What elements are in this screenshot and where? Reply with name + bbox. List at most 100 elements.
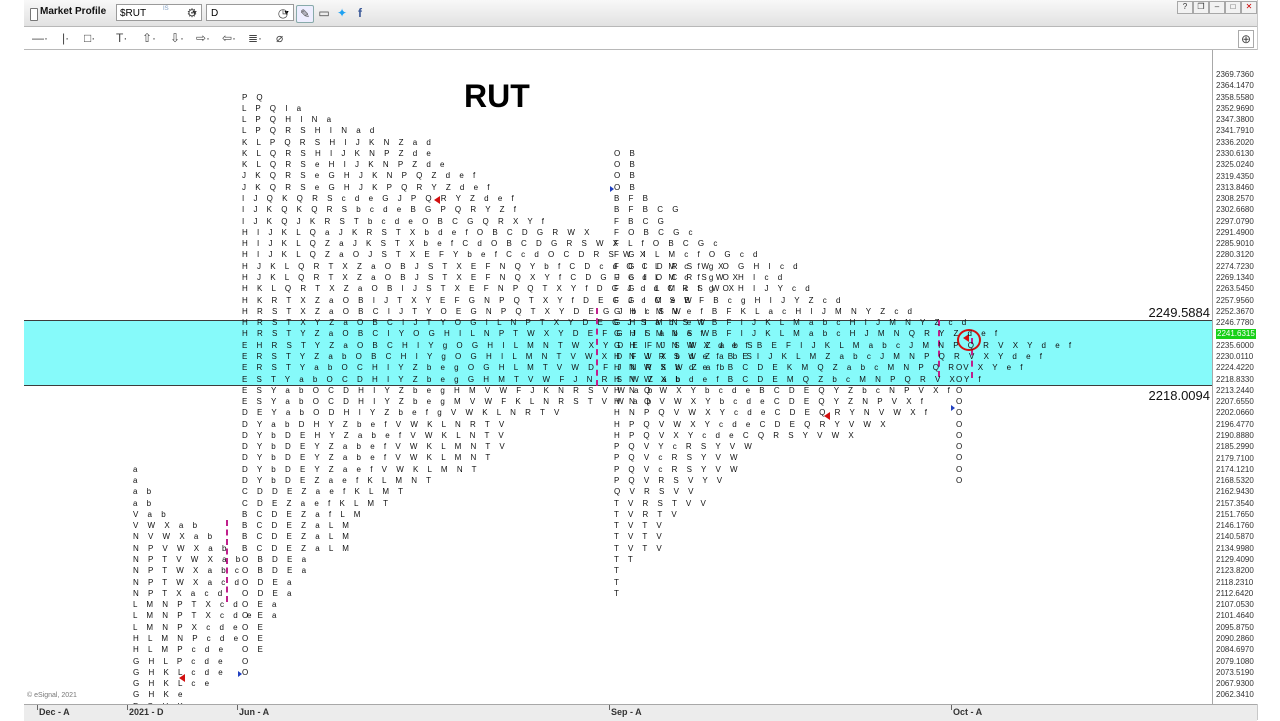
vertical-line-icon[interactable]: |· bbox=[62, 30, 69, 46]
tpo-row: N P T X a c d bbox=[133, 588, 226, 598]
rectangle-icon[interactable]: □· bbox=[84, 30, 95, 46]
price-tick: 2129.4090 bbox=[1216, 555, 1254, 565]
copyright-text: © eSignal, 2021 bbox=[27, 692, 77, 699]
arrow-left-icon[interactable]: ⇦· bbox=[222, 30, 236, 46]
clock-icon[interactable]: ◷ bbox=[275, 5, 291, 21]
close-button[interactable]: ✕ bbox=[1241, 1, 1257, 14]
zoom-icon[interactable]: ⊕ bbox=[1238, 30, 1254, 48]
tpo-row: O B bbox=[614, 182, 639, 192]
price-tick: 2285.9010 bbox=[1216, 239, 1254, 249]
tpo-row: T T bbox=[614, 554, 637, 564]
tpo-row: E S Y a b O C D H I Y Z b e g M V W F K … bbox=[242, 397, 655, 407]
pencil-icon[interactable]: ✎ bbox=[296, 5, 314, 23]
price-tick: 2358.5580 bbox=[1216, 92, 1254, 102]
tpo-row: N P V W X a b bbox=[133, 543, 230, 553]
tpo-row: O B bbox=[614, 160, 639, 170]
arrow-up-icon[interactable]: ⇧· bbox=[142, 30, 156, 46]
minimize-button[interactable]: – bbox=[1209, 1, 1225, 14]
tpo-row: B C D E Z a L M bbox=[242, 543, 353, 553]
tpo-row: K L Q R S e H I J K N P Z d e bbox=[242, 160, 448, 170]
price-tick: 2330.6130 bbox=[1216, 148, 1254, 158]
price-axis[interactable]: 2369.7360 2364.1470 2358.5580 2352.9690 2347… bbox=[1212, 50, 1258, 704]
price-tick: 2257.9560 bbox=[1216, 295, 1254, 305]
tpo-row: D Y b D E H Y Z a b e f V W K L N T V bbox=[242, 430, 508, 440]
horizontal-line-icon[interactable]: —· bbox=[32, 30, 48, 46]
twitter-icon[interactable]: ✦ bbox=[334, 5, 350, 21]
price-tick: 2190.8880 bbox=[1216, 430, 1254, 440]
value-area-low-label: 2218.0094 bbox=[1148, 388, 1210, 403]
price-tick: 2230.0110 bbox=[1216, 352, 1254, 361]
tpo-row: B C D E Z a L M bbox=[242, 521, 353, 531]
price-tick: 2364.1470 bbox=[1216, 81, 1254, 91]
price-tick: 2185.2990 bbox=[1216, 442, 1254, 452]
price-tick: 2235.6000 bbox=[1216, 340, 1254, 350]
interval-value: D bbox=[211, 8, 219, 19]
tpo-row: D Y b D E Z a e f K L M N T bbox=[242, 476, 435, 486]
tpo-row: P Q V c R S Y V W bbox=[614, 453, 742, 463]
price-tick: 2341.7910 bbox=[1216, 126, 1254, 136]
price-tick: 2308.2570 bbox=[1216, 194, 1254, 204]
tpo-row: O E a bbox=[242, 600, 280, 610]
tpo-row: O D E a bbox=[242, 588, 295, 598]
price-tick: 2252.3670 bbox=[1216, 306, 1254, 316]
tpo-row: F O B C G c bbox=[614, 227, 697, 237]
tpo-row: B F B C G bbox=[614, 205, 682, 215]
price-tick: 2179.7100 bbox=[1216, 453, 1254, 463]
date-label: Oct - A bbox=[953, 707, 983, 717]
tpo-row: H P Q V X Y c d e C Q R S Y V W X bbox=[614, 430, 858, 440]
chat-icon[interactable]: ▭ bbox=[316, 5, 332, 21]
tpo-row: D Y a b D H Y Z b e f V W K L N R T V bbox=[242, 419, 508, 429]
tpo-row: F G I L M c f g O H I c d bbox=[614, 272, 786, 282]
tpo-row: O B D E a bbox=[242, 566, 310, 576]
title-bar: Market Profile $RUT IS ▼ ⚙ D ▼ ◷ ✎ ▭ ✦ f… bbox=[24, 0, 1257, 27]
text-tool-icon[interactable]: T· bbox=[116, 30, 127, 46]
date-tick bbox=[951, 705, 952, 710]
price-tick: 2274.7230 bbox=[1216, 261, 1254, 271]
tpo-row: O bbox=[956, 453, 966, 463]
price-tick: 2302.6680 bbox=[1216, 205, 1254, 215]
tpo-row: G H L P c d e bbox=[133, 656, 227, 666]
price-tick: 2319.4350 bbox=[1216, 171, 1254, 181]
fibonacci-icon[interactable]: ≣· bbox=[248, 30, 262, 46]
tpo-row: N V W X a b bbox=[133, 532, 216, 542]
settings-gear-icon[interactable]: ⚙ bbox=[184, 5, 200, 21]
tpo-row: F B C G bbox=[614, 216, 668, 226]
price-tick: 2218.8330 bbox=[1216, 374, 1254, 384]
maximize-button[interactable]: □ bbox=[1225, 1, 1241, 14]
tpo-row: L M N P T X c d e bbox=[133, 611, 255, 621]
tpo-row: O bbox=[956, 363, 966, 373]
market-profile-chart[interactable]: RUT 2249.5884 2218.0094 © eSignal, 2021 … bbox=[24, 50, 1212, 704]
tpo-row: O bbox=[956, 374, 966, 384]
arrow-down-icon[interactable]: ⇩· bbox=[170, 30, 184, 46]
tpo-row: L M N P T X c d bbox=[133, 600, 242, 610]
tpo-row: O bbox=[956, 476, 966, 486]
facebook-icon[interactable]: f bbox=[352, 5, 368, 21]
price-tick: 2246.7780 bbox=[1216, 318, 1254, 328]
price-tick: 2146.1760 bbox=[1216, 521, 1254, 531]
tpo-row: H I J K L Q a J K R S T X b d e f O B C … bbox=[242, 227, 593, 237]
price-tick: 2313.8460 bbox=[1216, 182, 1254, 192]
price-tick: 2269.1340 bbox=[1216, 273, 1254, 283]
tpo-row: O bbox=[956, 385, 966, 395]
arrow-right-icon[interactable]: ⇨· bbox=[196, 30, 210, 46]
tpo-row: D Y b D E Y Z a b e f V W K L M N T bbox=[242, 453, 494, 463]
tpo-row: C D D E Z a e f K L M T bbox=[242, 487, 407, 497]
tpo-row: a b bbox=[133, 498, 155, 508]
tpo-row: a bbox=[133, 476, 141, 486]
restore-button[interactable]: ❐ bbox=[1193, 1, 1209, 14]
date-tick bbox=[127, 705, 128, 710]
tpo-row: V a b bbox=[133, 509, 170, 519]
tpo-row: O bbox=[956, 419, 966, 429]
tpo-row: F G I L M c f g O H I J Y c d bbox=[614, 284, 814, 294]
tpo-row: O bbox=[956, 408, 966, 418]
help-button[interactable]: ? bbox=[1177, 1, 1193, 14]
eraser-icon[interactable]: ⌀ bbox=[276, 30, 283, 46]
value-area-high-label: 2249.5884 bbox=[1148, 305, 1210, 320]
tpo-row: P Q bbox=[242, 92, 267, 102]
tpo-row: O bbox=[956, 442, 966, 452]
price-tick: 2207.6550 bbox=[1216, 397, 1254, 407]
price-tick: 2196.4770 bbox=[1216, 419, 1254, 429]
date-axis[interactable]: Dec - A 2021 - D Jun - A Sep - A Oct - A bbox=[24, 704, 1257, 721]
window-right-margin bbox=[1257, 0, 1280, 720]
date-label: Jun - A bbox=[239, 707, 270, 717]
